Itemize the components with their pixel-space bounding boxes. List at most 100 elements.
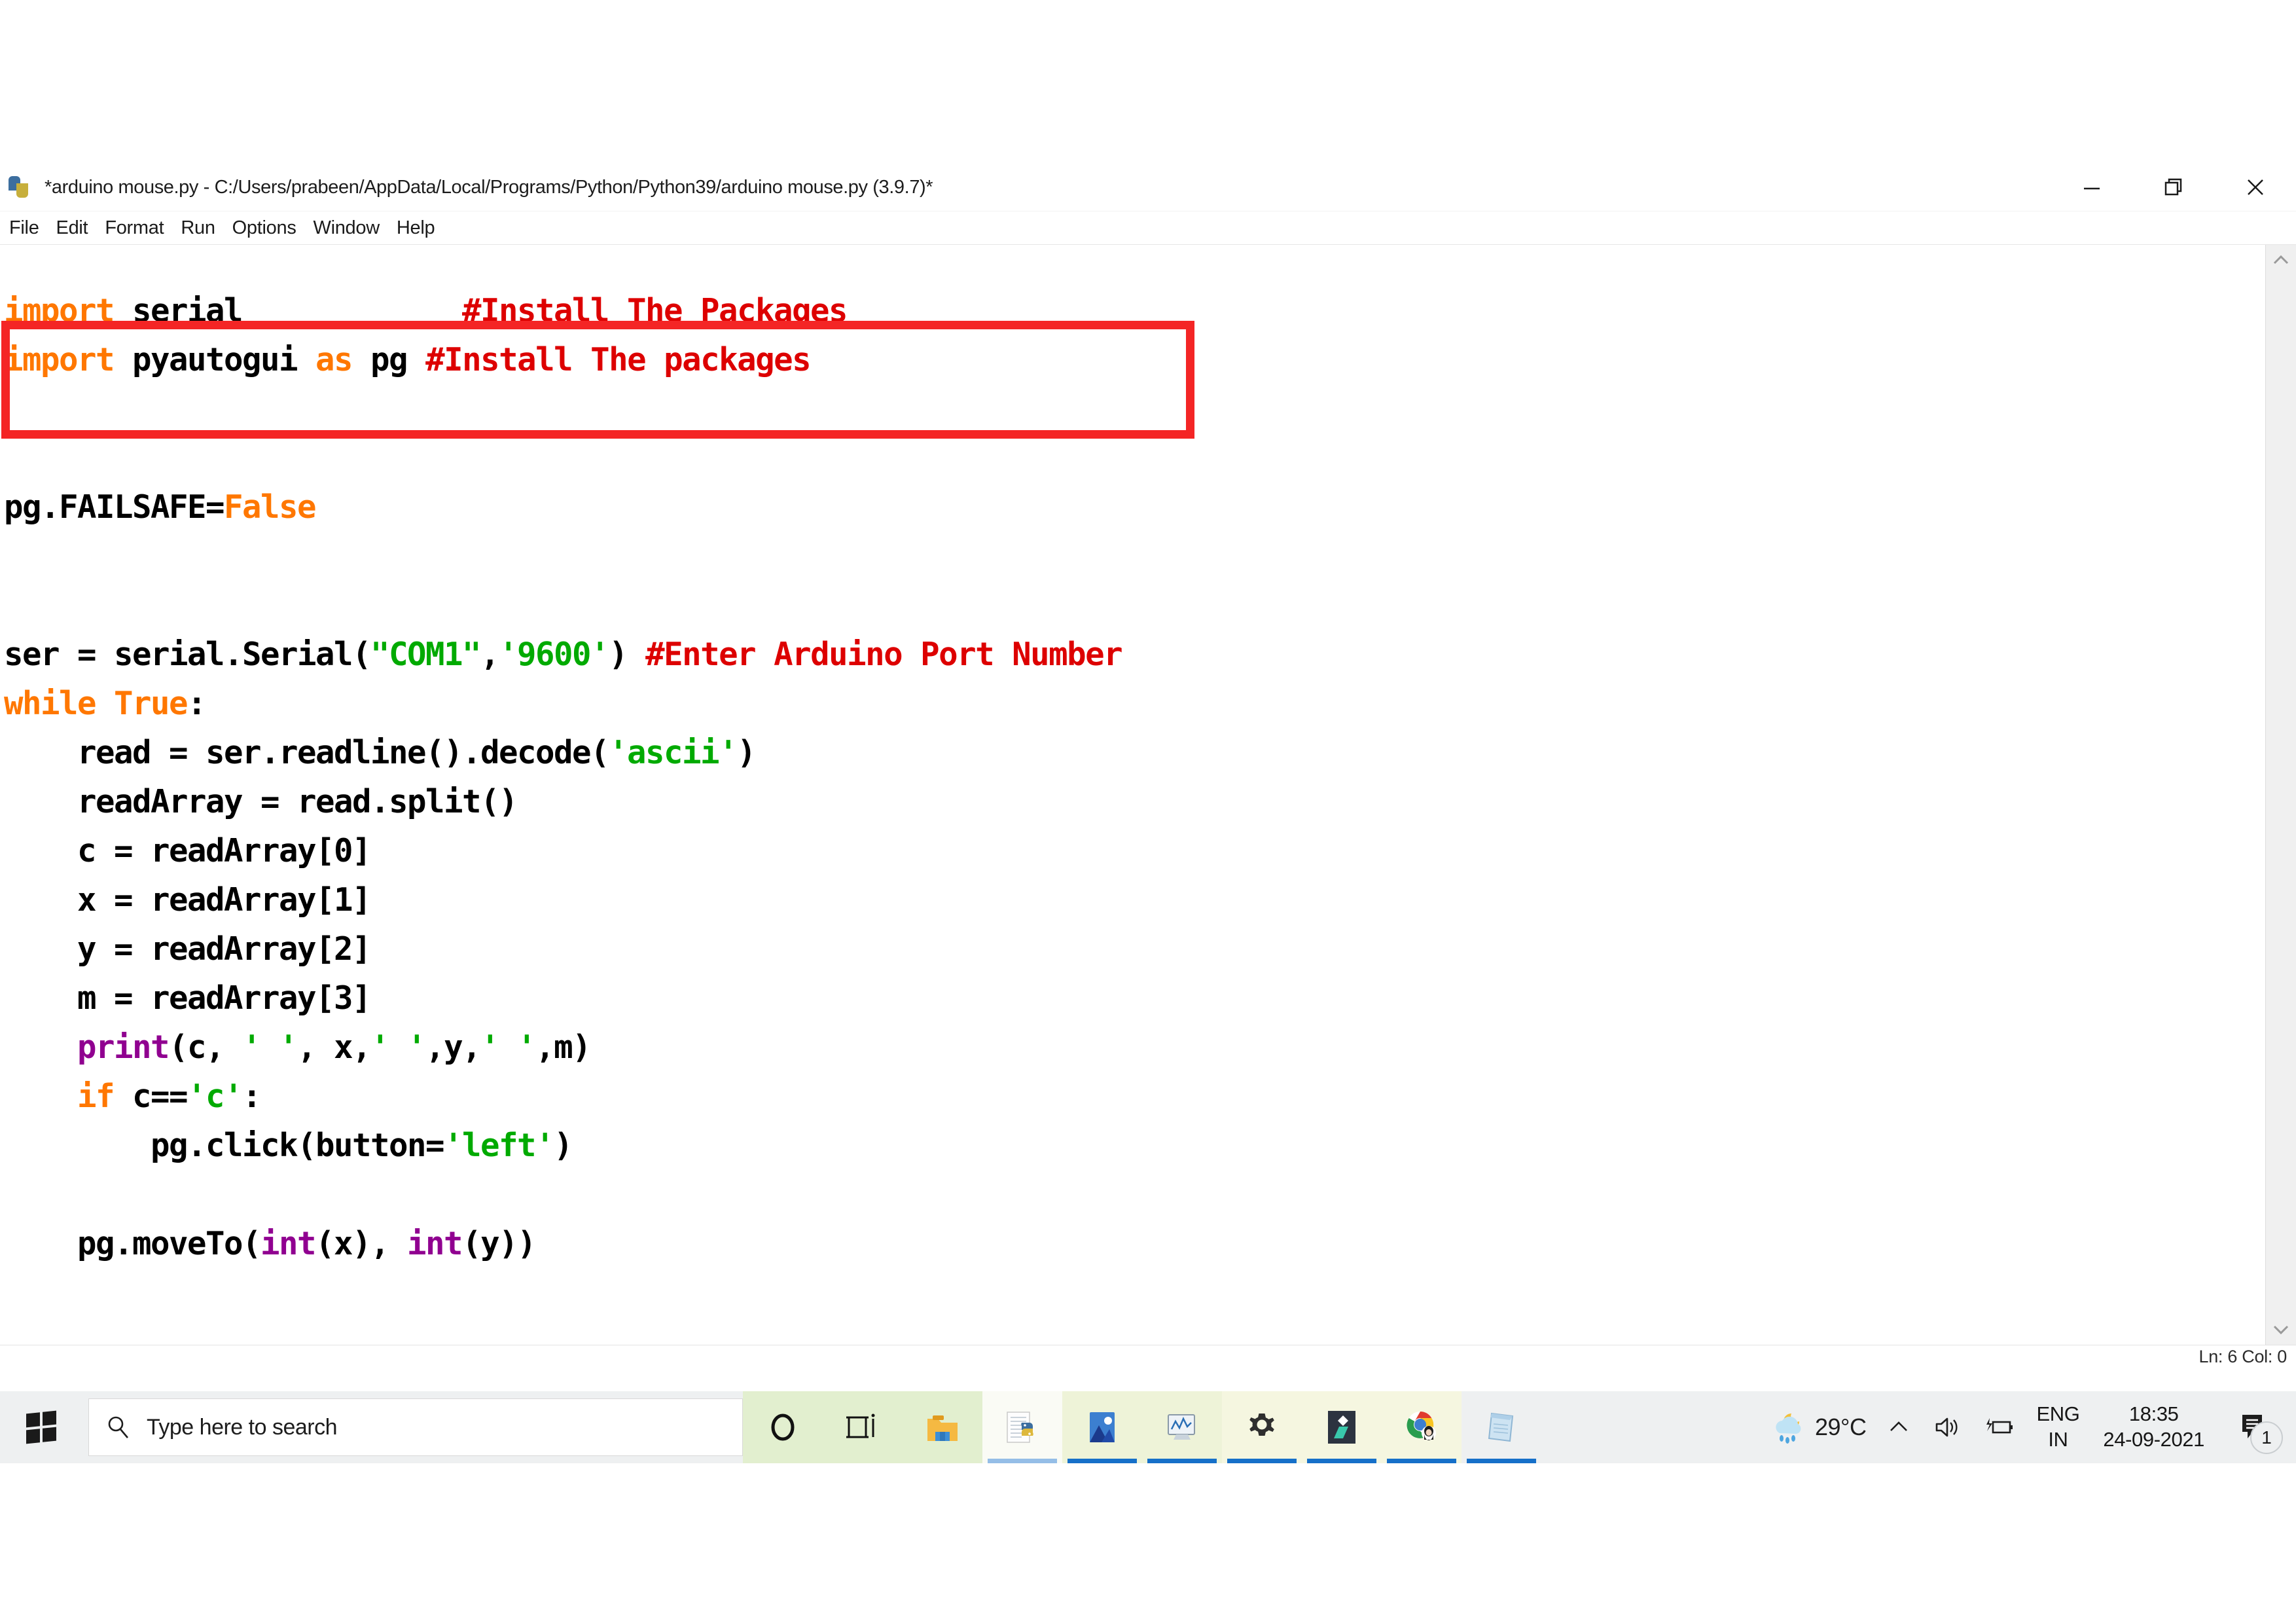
- clock-time: 18:35: [2129, 1402, 2179, 1427]
- code-token: m = readArray[3]: [4, 979, 370, 1017]
- code-line: readArray = read.split(): [4, 783, 517, 820]
- code-line: pg.moveTo(int(x), int(y)): [4, 1225, 535, 1262]
- code-token: as: [315, 341, 352, 378]
- code-line: pg.FAILSAFE=False: [4, 488, 315, 526]
- code-token: ): [737, 734, 755, 771]
- taskbar-item-file-explorer[interactable]: [903, 1391, 982, 1463]
- show-hidden-icons-button[interactable]: [1875, 1391, 1922, 1463]
- code-line: if c=='c':: [4, 1078, 260, 1115]
- code-token: ' ': [242, 1029, 297, 1066]
- code-token: 'ascii': [609, 734, 737, 771]
- code-token: x = readArray[1]: [4, 881, 370, 919]
- code-editor-area[interactable]: import serial #Install The Packages impo…: [0, 244, 2296, 1345]
- taskbar-search-box[interactable]: Type here to search: [88, 1398, 743, 1456]
- menu-item-run[interactable]: Run: [181, 217, 215, 239]
- notification-count-badge: 1: [2250, 1421, 2283, 1454]
- volume-button[interactable]: [1922, 1391, 1972, 1463]
- menu-item-edit[interactable]: Edit: [56, 217, 88, 239]
- code-token: '9600': [499, 636, 609, 673]
- menu-item-format[interactable]: Format: [105, 217, 164, 239]
- code-token: pg: [352, 341, 425, 378]
- vertical-scrollbar[interactable]: [2265, 245, 2296, 1345]
- code-token: if: [77, 1078, 114, 1115]
- code-token: #Install The Packages: [462, 292, 847, 329]
- code-token: [96, 685, 114, 722]
- code-line: pg.click(button='left'): [4, 1127, 572, 1164]
- code-token: True: [114, 685, 187, 722]
- code-token: ): [609, 636, 645, 673]
- code-token: y = readArray[2]: [4, 930, 370, 968]
- clock-widget[interactable]: 18:35 24-09-2021: [2091, 1391, 2216, 1463]
- code-text[interactable]: import serial #Install The Packages impo…: [0, 277, 2225, 1268]
- taskbar-item-photos[interactable]: [1062, 1391, 1142, 1463]
- screenshot-root: *arduino mouse.py - C:/Users/prabeen/App…: [0, 0, 2296, 1623]
- weather-widget[interactable]: 29°C: [1757, 1391, 1875, 1463]
- system-tray: 29°C: [1757, 1391, 2296, 1463]
- code-token: pg.FAILSAFE=: [4, 488, 224, 526]
- idle-editor-window: *arduino mouse.py - C:/Users/prabeen/App…: [0, 164, 2296, 1391]
- notification-center-button[interactable]: 1: [2216, 1391, 2288, 1463]
- task-view-icon: [842, 1407, 883, 1448]
- arduino-ide-icon: [1321, 1407, 1362, 1448]
- code-token: ,y,: [425, 1029, 480, 1066]
- file-explorer-icon: [922, 1407, 963, 1448]
- taskbar-app-icons: [743, 1391, 1541, 1463]
- window-titlebar: *arduino mouse.py - C:/Users/prabeen/App…: [0, 164, 2296, 211]
- taskbar-item-task-view[interactable]: [823, 1391, 903, 1463]
- code-token: [4, 1078, 77, 1115]
- weather-temperature: 29°C: [1815, 1413, 1866, 1441]
- code-token: (c,: [169, 1029, 242, 1066]
- scroll-down-button[interactable]: [2266, 1315, 2296, 1345]
- code-token: pg.click(button=: [4, 1127, 444, 1164]
- minimize-button[interactable]: [2051, 164, 2132, 211]
- close-button[interactable]: [2214, 164, 2296, 211]
- code-token: ): [554, 1127, 572, 1164]
- code-line: ser = serial.Serial("COM1",'9600') #Ente…: [4, 636, 1122, 673]
- restore-button[interactable]: [2132, 164, 2214, 211]
- code-token: (y)): [462, 1225, 535, 1262]
- language-indicator[interactable]: ENG IN: [2024, 1391, 2091, 1463]
- code-line: y = readArray[2]: [4, 930, 370, 968]
- battery-button[interactable]: [1972, 1391, 2024, 1463]
- running-indicator: [1467, 1459, 1536, 1463]
- menu-item-help[interactable]: Help: [397, 217, 435, 239]
- code-token: :: [187, 685, 206, 722]
- scroll-up-button[interactable]: [2266, 245, 2296, 275]
- search-icon: [105, 1413, 132, 1441]
- code-token: c = readArray[0]: [4, 832, 370, 869]
- code-token: #Install The packages: [425, 341, 810, 378]
- running-indicator: [1227, 1459, 1297, 1463]
- taskbar-item-cortana[interactable]: [743, 1391, 823, 1463]
- taskbar-item-arduino-ide[interactable]: [1302, 1391, 1382, 1463]
- weather-night-rain-icon: [1767, 1407, 1807, 1448]
- code-token: 'left': [444, 1127, 554, 1164]
- menubar: File Edit Format Run Options Window Help: [0, 211, 2296, 244]
- code-line: x = readArray[1]: [4, 881, 370, 919]
- code-token: ,: [480, 636, 499, 673]
- code-token: c==: [114, 1078, 187, 1115]
- code-token: #Enter Arduino Port Number: [645, 636, 1122, 673]
- settings-gear-icon: [1242, 1407, 1282, 1448]
- code-token: readArray = read.split(): [4, 783, 517, 820]
- taskbar-item-notepad[interactable]: [1462, 1391, 1541, 1463]
- code-token: [4, 1029, 77, 1066]
- start-button[interactable]: [0, 1391, 82, 1463]
- chevron-down-icon: [2272, 1324, 2289, 1336]
- menu-item-file[interactable]: File: [9, 217, 39, 239]
- window-controls: [2051, 164, 2296, 211]
- code-line: m = readArray[3]: [4, 979, 370, 1017]
- code-token: serial: [114, 292, 242, 329]
- chevron-up-icon: [2272, 254, 2289, 266]
- code-line: while True:: [4, 685, 206, 722]
- cursor-position-label: Ln: 6 Col: 0: [2199, 1347, 2287, 1367]
- taskbar-item-python-idle[interactable]: [982, 1391, 1062, 1463]
- taskbar-item-settings[interactable]: [1222, 1391, 1302, 1463]
- code-token: False: [224, 488, 315, 526]
- running-indicator: [1147, 1459, 1217, 1463]
- language-line-2: IN: [2048, 1427, 2068, 1453]
- menu-item-window[interactable]: Window: [314, 217, 380, 239]
- code-token: pyautogui: [114, 341, 315, 378]
- menu-item-options[interactable]: Options: [232, 217, 296, 239]
- taskbar-item-task-manager[interactable]: [1142, 1391, 1222, 1463]
- taskbar-item-chrome[interactable]: [1382, 1391, 1462, 1463]
